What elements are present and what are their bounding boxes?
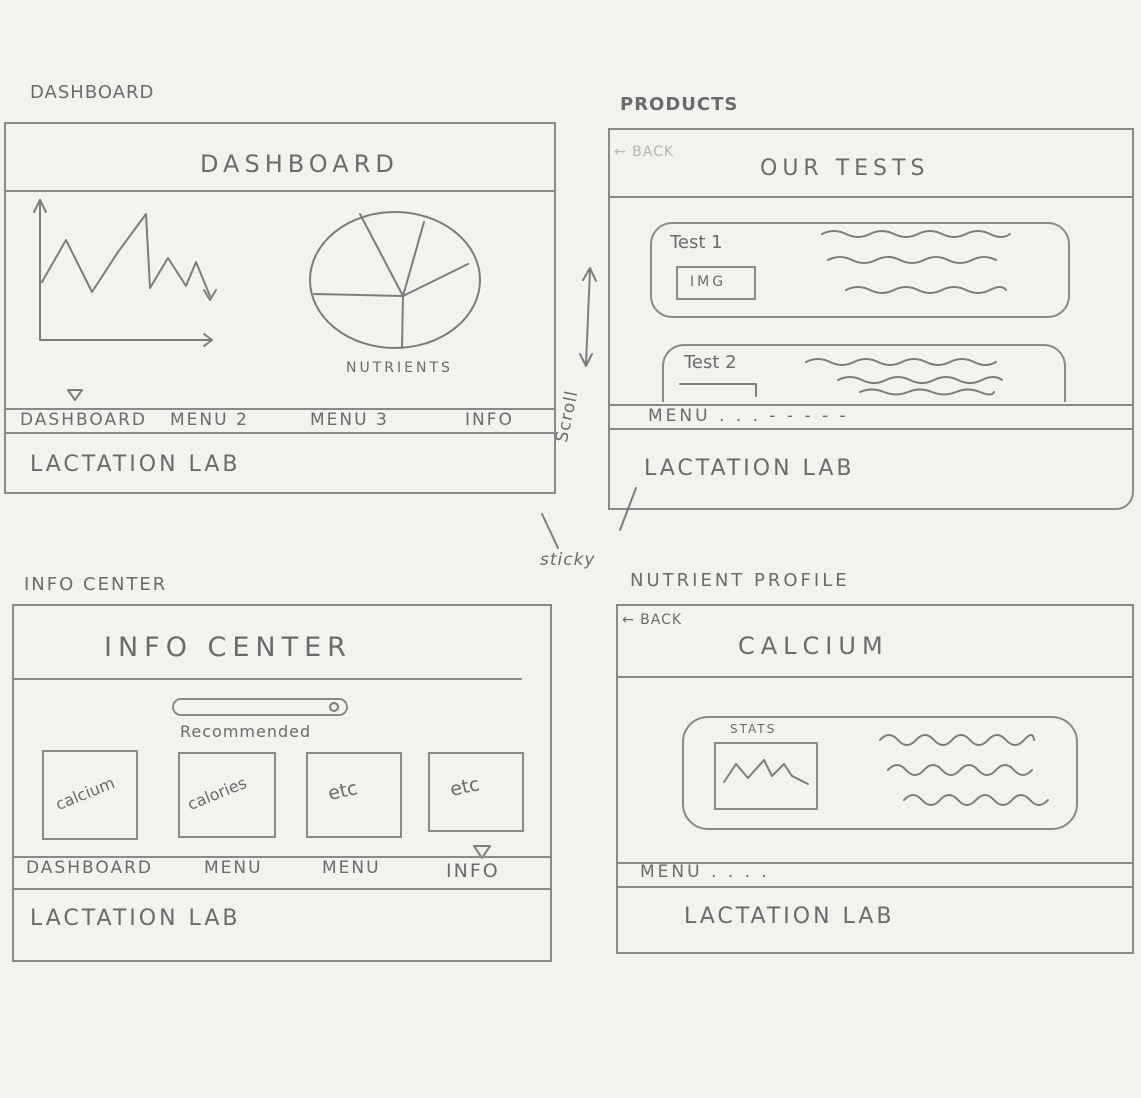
nutrient-profile-nav-menu[interactable]: MENU . . . . <box>640 862 770 882</box>
nutrient-profile-footer-brand: LACTATION LAB <box>684 904 895 929</box>
stats-description-scribble <box>879 734 1049 806</box>
nutrient-profile-nav-bottom-divider <box>618 886 1132 888</box>
